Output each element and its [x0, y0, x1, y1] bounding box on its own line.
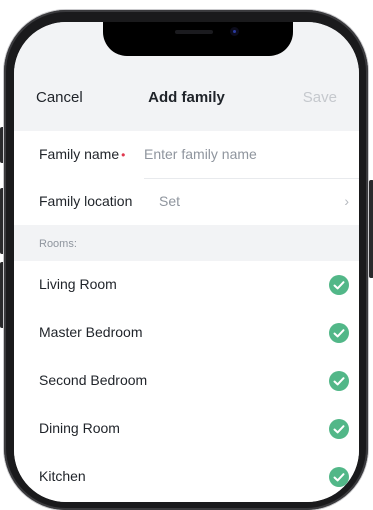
phone-screen: Cancel Add family Save Family name• Fami…	[14, 22, 359, 502]
checkmark-icon[interactable]	[329, 467, 349, 487]
room-item-dining-room[interactable]: Dining Room	[14, 405, 359, 453]
checkmark-icon[interactable]	[329, 275, 349, 295]
room-item-second-bedroom[interactable]: Second Bedroom	[14, 357, 359, 405]
family-location-label: Family location	[39, 193, 133, 209]
room-name: Living Room	[39, 276, 117, 292]
room-item-master-bedroom[interactable]: Master Bedroom	[14, 309, 359, 357]
family-name-input[interactable]	[144, 146, 344, 162]
speaker-grille	[175, 30, 213, 34]
room-item-living-room[interactable]: Living Room	[14, 261, 359, 309]
room-name: Kitchen	[39, 468, 86, 484]
notch	[103, 22, 293, 56]
rooms-header-label: Rooms:	[39, 238, 77, 250]
room-item-kitchen[interactable]: Kitchen	[14, 453, 359, 501]
rooms-list: Living Room Master Bedroom Second Bedroo…	[14, 261, 359, 502]
room-name: Dining Room	[39, 420, 120, 436]
front-camera-icon	[230, 27, 239, 36]
family-location-value: Set	[159, 193, 181, 209]
family-form: Family name• Family location Set ›	[14, 131, 359, 225]
family-name-row: Family name •	[14, 131, 359, 179]
family-location-row[interactable]: Family location Set ›	[14, 178, 359, 225]
required-mark: •	[121, 148, 126, 162]
room-name: Master Bedroom	[39, 324, 143, 340]
chevron-right-icon: ›	[344, 193, 349, 209]
family-name-label: Family name •	[39, 146, 126, 162]
room-name: Second Bedroom	[39, 372, 148, 388]
save-button[interactable]: Save	[303, 89, 337, 106]
checkmark-icon[interactable]	[329, 371, 349, 391]
power-button	[369, 180, 373, 278]
checkmark-icon[interactable]	[329, 323, 349, 343]
checkmark-icon[interactable]	[329, 419, 349, 439]
rooms-section-header: Rooms:	[14, 227, 359, 261]
